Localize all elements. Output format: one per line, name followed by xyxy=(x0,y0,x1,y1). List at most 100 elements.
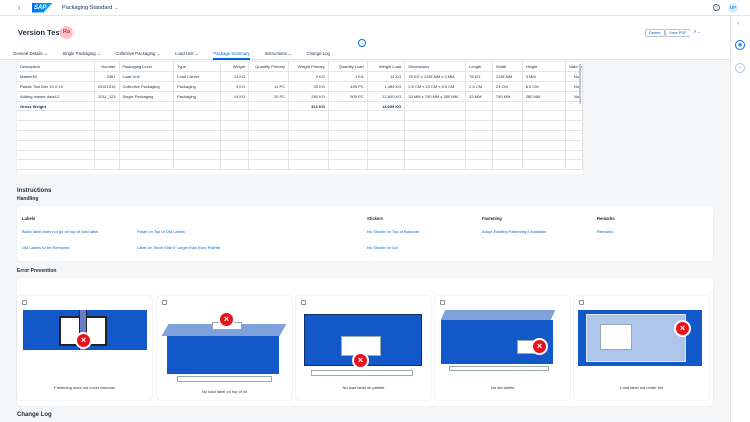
assistant-icon[interactable]: ◉ xyxy=(735,40,745,50)
handling-subtitle: Handling xyxy=(17,196,39,202)
label-value: - xyxy=(137,235,139,240)
tab-general-details[interactable]: General Details ⌄ xyxy=(13,47,47,60)
label-item[interactable]: Label on Short Side If Larger than Euro … xyxy=(137,245,220,250)
tab-instructions[interactable]: Instructions ⌄ xyxy=(265,47,292,60)
checkbox[interactable] xyxy=(440,300,445,305)
table-cell: 2.5 CM xyxy=(465,81,493,92)
column-header[interactable]: Packaging Level xyxy=(119,62,175,73)
add-icon[interactable]: + xyxy=(735,63,745,73)
table-cell xyxy=(465,101,493,112)
tab-load-unit[interactable]: Load Unit ⌄ xyxy=(175,47,198,60)
column-header[interactable]: Quantity Load xyxy=(328,62,368,73)
table-cell xyxy=(288,150,329,161)
table-cell xyxy=(220,120,250,132)
handling-card: Labels Basic label does not go on top of… xyxy=(17,206,713,261)
empty-row xyxy=(17,110,583,122)
column-header[interactable]: Type xyxy=(173,62,222,73)
error-icon: × xyxy=(674,320,691,337)
chevron-down-icon: ⌄ xyxy=(194,50,199,56)
column-header[interactable]: Number xyxy=(94,62,120,73)
checkbox[interactable] xyxy=(162,300,167,305)
tab-label: Change Log xyxy=(306,50,330,56)
tab-single-packaging[interactable]: Single Packaging ⌄ xyxy=(62,47,100,60)
tab-package-summary[interactable]: Package Summary xyxy=(213,47,251,60)
collapse-header-icon[interactable]: ⌄ xyxy=(358,39,366,47)
table-cell xyxy=(173,150,222,161)
table-cell xyxy=(248,130,290,141)
instructions-title: Instructions xyxy=(17,188,52,194)
table-cell: 33 MM xyxy=(465,91,493,102)
user-avatar[interactable]: UP xyxy=(728,3,738,13)
sap-logo[interactable]: SAP xyxy=(32,2,53,13)
checkbox[interactable] xyxy=(301,300,306,305)
column-header[interactable]: Weight Primary xyxy=(288,62,329,73)
tab-change-log[interactable]: Change Log xyxy=(307,47,330,60)
column-header[interactable]: Dimensions xyxy=(404,62,467,73)
app-title[interactable]: Packaging Standard xyxy=(62,5,112,11)
table-cell: 3 MM xyxy=(522,71,566,83)
table-cell xyxy=(119,140,175,151)
empty-row xyxy=(17,120,583,132)
chevron-left-icon[interactable]: ‹ xyxy=(737,21,739,27)
table-cell xyxy=(220,110,250,122)
column-header[interactable]: Weight Load xyxy=(367,62,406,73)
tab-label: Package Summary xyxy=(213,50,250,56)
checkbox[interactable] xyxy=(22,300,27,305)
error-caption: No old labels xyxy=(490,385,515,390)
sticker-item[interactable]: No Sticker on Lid xyxy=(367,245,397,250)
table-cell xyxy=(94,101,120,112)
sticker-value: - xyxy=(367,251,369,256)
table-row[interactable]: Plastic Tool Box 10 X 10 BOX1010 Collectiv… xyxy=(17,81,583,92)
table-cell xyxy=(220,140,250,151)
label-item[interactable]: Basic label does not go on top of load l… xyxy=(22,229,98,234)
table-cell xyxy=(522,110,566,122)
column-header[interactable]: Description xyxy=(17,62,95,73)
label-value: - xyxy=(22,251,24,256)
sticker-item[interactable]: No Sticker on Top of Barcode xyxy=(367,229,419,234)
help-icon[interactable]: ? xyxy=(713,4,720,11)
back-icon[interactable]: ‹ xyxy=(18,3,26,12)
chevron-down-icon[interactable]: ⌄ xyxy=(114,5,118,11)
table-row[interactable]: Master39 2451 Load Unit Load Carrier 14 KG 0 … xyxy=(17,71,583,83)
table-cell xyxy=(119,159,175,171)
view-pdf-button[interactable]: View PDF xyxy=(665,29,691,37)
tab-collective-packaging[interactable]: Collective Packaging ⌄ xyxy=(115,47,160,60)
table-cell xyxy=(522,120,566,132)
table-cell xyxy=(404,120,467,132)
column-header[interactable]: Quantity Primary xyxy=(248,62,290,73)
column-header[interactable]: Width xyxy=(492,62,523,73)
pallet-illustration xyxy=(449,366,549,371)
checkbox[interactable] xyxy=(579,300,584,305)
table-row[interactable]: Adding master data12 2011_123 Single Packa… xyxy=(17,91,583,102)
remarks-item[interactable]: Remarks xyxy=(597,229,613,234)
vertical-scrollbar[interactable] xyxy=(579,64,581,104)
table-cell: 78 KG xyxy=(465,71,493,83)
table-cell xyxy=(367,159,406,171)
label-item[interactable]: Old Labels to be Removed xyxy=(22,245,69,250)
error-caption: Fastening does not cover barcode xyxy=(54,385,115,390)
table-cell xyxy=(17,159,95,171)
table-cell: 2.5 CM x 23 CM x 8.5 CM xyxy=(404,81,467,92)
delete-button[interactable]: Delete xyxy=(645,29,665,37)
label-item[interactable]: Paste on Top of Old Labels xyxy=(137,229,185,234)
column-header[interactable]: Weight xyxy=(220,62,250,73)
table-cell: 0 KG xyxy=(288,71,329,83)
table-cell xyxy=(565,120,583,132)
error-caption: No load label on top of lid xyxy=(201,389,248,394)
object-header: Version Test Ra Delete View PDF ⇗ ⌄ Gene… xyxy=(0,16,730,60)
fastening-item[interactable]: Adopt Existing Fastening if Available xyxy=(482,229,546,234)
table-cell xyxy=(328,120,368,132)
table-cell xyxy=(465,150,493,161)
table-cell xyxy=(173,140,222,151)
column-header[interactable]: Length xyxy=(465,62,493,73)
side-panel: ‹ ◉ + xyxy=(730,16,750,422)
column-header[interactable]: Height xyxy=(522,62,566,73)
table-cell xyxy=(288,130,329,141)
error-tile: × No old labels xyxy=(435,296,570,400)
share-icon[interactable]: ⇗ ⌄ xyxy=(690,29,704,37)
table-cell xyxy=(404,140,467,151)
table-cell xyxy=(565,130,583,141)
error-tile: × Fastening does not cover barcode xyxy=(17,296,152,400)
table-cell xyxy=(94,159,120,171)
table-cell xyxy=(94,150,120,161)
